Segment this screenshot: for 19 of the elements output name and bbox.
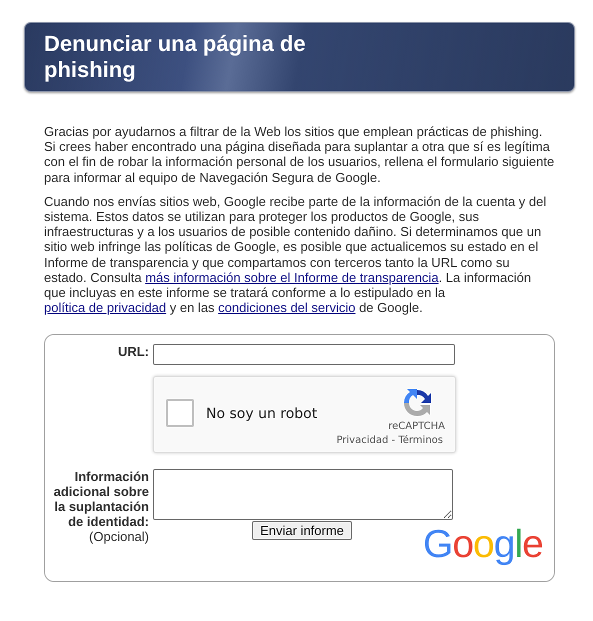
privacy-link[interactable]: Privacidad <box>336 435 388 446</box>
url-label: URL: <box>116 344 149 360</box>
submit-button[interactable]: Enviar informe <box>252 521 352 540</box>
captcha-checkbox[interactable] <box>166 399 194 428</box>
terms-link[interactable]: Términos <box>398 435 443 446</box>
recaptcha-brand: reCAPTCHA <box>388 421 445 434</box>
notice-link[interactable]: más información sobre el Informe de transparencia <box>145 270 439 285</box>
page-title: Denunciar una página de phishing <box>44 31 307 83</box>
details-field[interactable] <box>153 469 453 520</box>
intro-paragraph: Gracias por ayudarnos a filtrar de la Web los sitios que emplean prácticas de phishing. Si crees haber encontrado una página diseñada para suplantar a otra que sí es legítima con el fin de robar la información personal de los usuarios, rellena el formulario siguiente para informar al equipo de Navegación Segura de Google. <box>44 124 555 185</box>
google-logo: Google <box>423 525 543 566</box>
details-label: Información adicional sobre la suplantación de identidad: <box>54 469 149 530</box>
separator: - <box>392 435 396 446</box>
captcha-label: No soy un robot <box>206 406 318 422</box>
privacy-notice: Cuando nos envías sitios web, Google recibe parte de la información de la cuenta y del sistema. Estos datos se utilizan para proteger los productos de Google, sus infraestructuras y a los usuarios de posible contenido dañino. Si determinamos que un sitio web infringe las políticas de Google, es posible que actualicemos su estado en el Informe de transparencia y que compartamos con terceros tanto la URL como su estado. Consulta más información sobre el Informe de transparencia. La información que incluyas en este informe se tratará conforme a lo estipulado en la política de privacidad y en las condiciones del servicio de Google. <box>44 194 548 316</box>
url-field[interactable] <box>153 344 455 366</box>
optional-hint: (Opcional) <box>89 529 149 544</box>
notice-link[interactable]: política de privacidad <box>44 300 166 316</box>
notice-link[interactable]: condiciones del servicio <box>218 300 356 316</box>
